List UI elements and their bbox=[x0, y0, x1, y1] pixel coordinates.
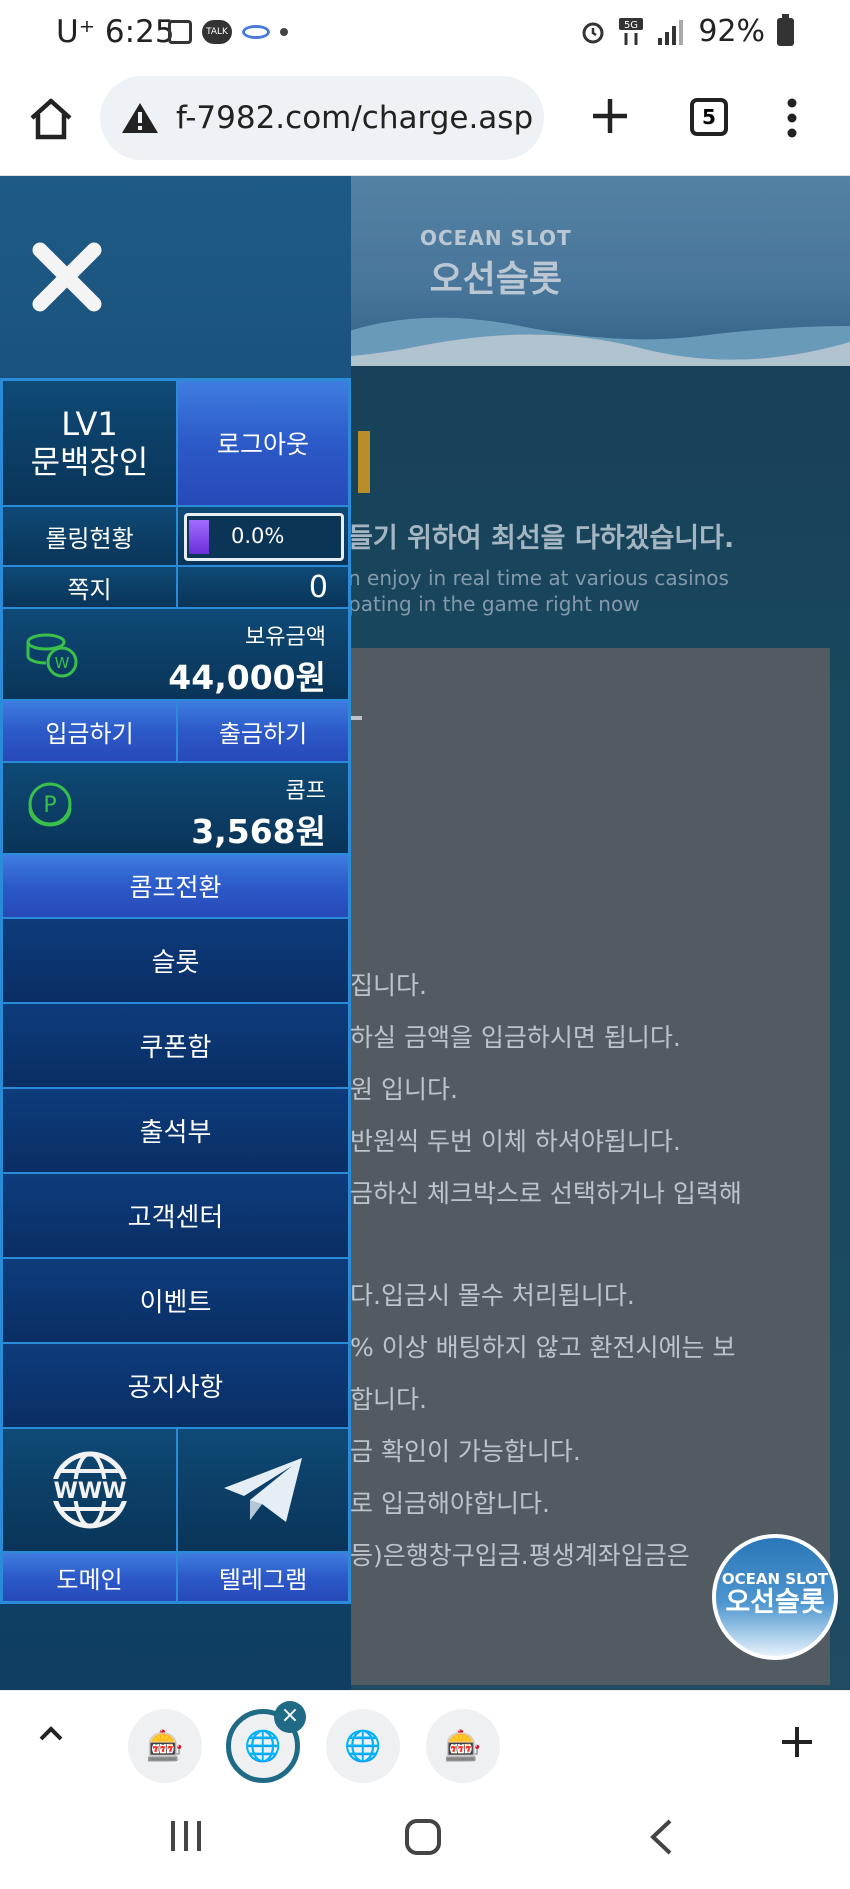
menu-item-support[interactable]: 고객센터 bbox=[2, 1173, 349, 1258]
user-level: LV1 문백장인 bbox=[2, 380, 177, 506]
domain-icon-tile[interactable]: WWW bbox=[2, 1428, 177, 1552]
rolling-percent: 0.0% bbox=[231, 524, 285, 548]
browser-toolbar: f-7982.com/charge.asp 5 bbox=[0, 70, 850, 176]
rolling-label: 롤링현황 bbox=[2, 506, 177, 566]
comp-convert-button[interactable]: 콤프전환 bbox=[2, 854, 349, 918]
account-panel: LV1 문백장인 로그아웃 롤링현황 0.0% 쪽지 0 보유금액 44,000… bbox=[0, 378, 351, 1604]
telegram-button[interactable]: 텔레그램 bbox=[177, 1552, 349, 1602]
rolling-progress-fill bbox=[189, 520, 209, 554]
logout-button[interactable]: 로그아웃 bbox=[177, 380, 349, 506]
level-text: LV1 bbox=[61, 405, 118, 443]
floating-logo-ko: 오선슬롯 bbox=[725, 1587, 825, 1618]
status-right: 5G 92% bbox=[580, 13, 794, 49]
signal-bars-icon bbox=[658, 19, 684, 45]
close-tab-icon[interactable]: × bbox=[274, 1701, 306, 1733]
won-coins-icon: W bbox=[26, 633, 78, 678]
menu-item-coupon[interactable]: 쿠폰함 bbox=[2, 1003, 349, 1088]
tab-slot-machine-icon[interactable]: 🎰 bbox=[426, 1709, 500, 1783]
talk-icon: TALK bbox=[202, 20, 232, 44]
status-time: U⁺ 6:25 bbox=[56, 14, 175, 50]
withdraw-button[interactable]: 출금하기 bbox=[177, 700, 349, 762]
side-drawer: LV1 문백장인 로그아웃 롤링현황 0.0% 쪽지 0 보유금액 44,000… bbox=[0, 176, 351, 1690]
address-bar[interactable]: f-7982.com/charge.asp bbox=[100, 76, 544, 160]
add-tab-icon[interactable] bbox=[780, 1725, 814, 1759]
username-text: 문백장인 bbox=[30, 443, 149, 481]
battery-icon bbox=[777, 13, 794, 46]
svg-text:W: W bbox=[55, 654, 70, 672]
menu-item-notice[interactable]: 공지사항 bbox=[2, 1343, 349, 1428]
more-notifications-icon bbox=[280, 28, 288, 36]
tab-strip: 🎰 🌐 × 🌐 🎰 bbox=[0, 1690, 850, 1790]
deposit-button[interactable]: 입금하기 bbox=[2, 700, 177, 762]
recent-apps-icon[interactable] bbox=[168, 1818, 204, 1854]
svg-text:5G: 5G bbox=[624, 20, 638, 31]
comp-value: 3,568원 bbox=[191, 812, 326, 851]
balance-label: 보유금액 bbox=[245, 625, 326, 650]
rolling-progress-bar: 0.0% bbox=[184, 513, 344, 561]
home-icon[interactable] bbox=[26, 94, 76, 144]
battery-percent: 92% bbox=[698, 14, 765, 49]
home-nav-icon[interactable] bbox=[404, 1818, 442, 1856]
5g-signal-icon: 5G bbox=[619, 17, 644, 45]
tab-switcher-button[interactable]: 5 bbox=[690, 98, 728, 136]
system-nav-bar bbox=[0, 1790, 850, 1889]
menu-item-attendance[interactable]: 출석부 bbox=[2, 1088, 349, 1173]
svg-text:WWW: WWW bbox=[53, 1479, 126, 1504]
svg-text:P: P bbox=[43, 793, 56, 818]
message-count[interactable]: 0 bbox=[177, 566, 349, 608]
gallery-icon bbox=[168, 20, 192, 44]
message-label[interactable]: 쪽지 bbox=[2, 566, 177, 608]
back-icon[interactable] bbox=[648, 1818, 674, 1856]
new-tab-icon[interactable] bbox=[590, 96, 630, 136]
chevron-up-icon[interactable] bbox=[38, 1723, 64, 1743]
menu-item-event[interactable]: 이벤트 bbox=[2, 1258, 349, 1343]
telegram-icon bbox=[224, 1458, 302, 1522]
status-icons: TALK bbox=[168, 20, 288, 44]
floating-chat-logo-button[interactable]: OCEAN SLOT 오선슬롯 bbox=[712, 1534, 838, 1660]
not-secure-warning-icon[interactable] bbox=[120, 101, 160, 135]
close-icon[interactable] bbox=[28, 238, 106, 316]
point-coin-icon: P bbox=[28, 782, 72, 827]
domain-button[interactable]: 도메인 bbox=[2, 1552, 177, 1602]
url-text[interactable]: f-7982.com/charge.asp bbox=[176, 100, 533, 136]
comp-label: 콤프 bbox=[285, 779, 326, 804]
status-bar: U⁺ 6:25 TALK 5G 92% bbox=[0, 0, 850, 70]
eye-icon bbox=[242, 25, 270, 39]
telegram-icon-tile[interactable] bbox=[177, 1428, 349, 1552]
tab-slot-machine-icon[interactable]: 🎰 bbox=[128, 1709, 202, 1783]
menu-item-slot[interactable]: 슬롯 bbox=[2, 918, 349, 1003]
www-globe-icon: WWW bbox=[45, 1451, 134, 1529]
tab-globe-icon[interactable]: 🌐 bbox=[326, 1709, 400, 1783]
floating-logo-en: OCEAN SLOT bbox=[721, 1570, 829, 1588]
alarm-icon bbox=[582, 22, 604, 43]
more-menu-icon[interactable] bbox=[786, 98, 798, 138]
balance-value: 44,000원 bbox=[168, 658, 326, 697]
